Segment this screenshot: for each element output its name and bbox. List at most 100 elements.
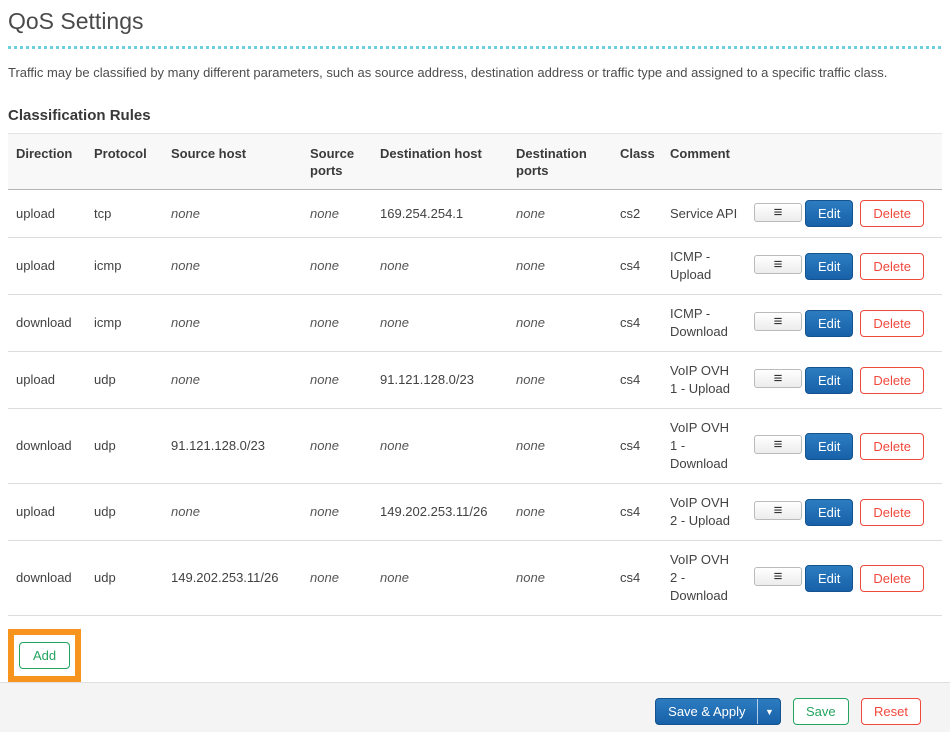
cell-destination-ports: none	[508, 541, 612, 616]
row-menu-button[interactable]: ≡	[754, 255, 802, 274]
save-apply-split-button: Save & Apply ▼	[655, 698, 781, 725]
delete-button[interactable]: Delete	[860, 253, 924, 280]
cell-source-ports: none	[302, 484, 372, 541]
reset-button[interactable]: Reset	[861, 698, 921, 725]
table-row: upload udp none none 91.121.128.0/23 non…	[8, 352, 942, 409]
cell-destination-host: 169.254.254.1	[372, 190, 508, 238]
cell-source-ports: none	[302, 541, 372, 616]
cell-direction: upload	[8, 238, 86, 295]
edit-button[interactable]: Edit	[805, 499, 853, 526]
col-header-source-host: Source host	[163, 134, 302, 190]
cell-class: cs4	[612, 352, 662, 409]
delete-button[interactable]: Delete	[860, 499, 924, 526]
cell-source-ports: none	[302, 190, 372, 238]
col-header-destination-host: Destination host	[372, 134, 508, 190]
delete-button[interactable]: Delete	[860, 565, 924, 592]
cell-protocol: udp	[86, 484, 163, 541]
edit-button[interactable]: Edit	[805, 200, 853, 227]
cell-comment: ICMP - Upload	[662, 238, 746, 295]
cell-source-ports: none	[302, 409, 372, 484]
delete-button[interactable]: Delete	[860, 310, 924, 337]
chevron-down-icon: ▼	[765, 707, 774, 717]
delete-button[interactable]: Delete	[860, 367, 924, 394]
section-title: Classification Rules	[8, 107, 942, 124]
row-menu-button[interactable]: ≡	[754, 312, 802, 331]
save-apply-button[interactable]: Save & Apply	[656, 699, 757, 724]
cell-destination-ports: none	[508, 190, 612, 238]
cell-source-host: none	[163, 484, 302, 541]
add-button[interactable]: Add	[19, 642, 70, 669]
edit-button[interactable]: Edit	[805, 565, 853, 592]
save-button[interactable]: Save	[793, 698, 849, 725]
cell-comment: VoIP OVH 1 - Download	[662, 409, 746, 484]
delete-button[interactable]: Delete	[860, 433, 924, 460]
edit-button[interactable]: Edit	[805, 253, 853, 280]
cell-destination-host: none	[372, 409, 508, 484]
cell-source-host: none	[163, 352, 302, 409]
cell-class: cs4	[612, 238, 662, 295]
cell-class: cs4	[612, 409, 662, 484]
cell-source-ports: none	[302, 238, 372, 295]
cell-comment: Service API	[662, 190, 746, 238]
cell-class: cs4	[612, 541, 662, 616]
page-description: Traffic may be classified by many differ…	[8, 64, 923, 82]
row-menu-button[interactable]: ≡	[754, 369, 802, 388]
cell-protocol: icmp	[86, 295, 163, 352]
footer-action-bar: Save & Apply ▼ Save Reset	[0, 682, 950, 732]
row-menu-button[interactable]: ≡	[754, 435, 802, 454]
row-menu-button[interactable]: ≡	[754, 203, 802, 222]
cell-destination-host: none	[372, 238, 508, 295]
page-title: QoS Settings	[8, 8, 942, 34]
cell-destination-ports: none	[508, 409, 612, 484]
row-menu-button[interactable]: ≡	[754, 501, 802, 520]
cell-direction: download	[8, 295, 86, 352]
delete-button[interactable]: Delete	[860, 200, 924, 227]
row-menu-button[interactable]: ≡	[754, 567, 802, 586]
cell-source-ports: none	[302, 352, 372, 409]
cell-source-host: none	[163, 190, 302, 238]
edit-button[interactable]: Edit	[805, 310, 853, 337]
table-row: upload tcp none none 169.254.254.1 none …	[8, 190, 942, 238]
cell-class: cs2	[612, 190, 662, 238]
dotted-divider	[8, 46, 942, 49]
col-header-direction: Direction	[8, 134, 86, 190]
classification-rules-table: Direction Protocol Source host Source po…	[8, 133, 942, 616]
save-apply-dropdown-button[interactable]: ▼	[757, 699, 780, 724]
edit-button[interactable]: Edit	[805, 367, 853, 394]
cell-source-host: none	[163, 238, 302, 295]
table-row: download icmp none none none none cs4 IC…	[8, 295, 942, 352]
table-header-row: Direction Protocol Source host Source po…	[8, 134, 942, 190]
cell-protocol: udp	[86, 352, 163, 409]
cell-comment: VoIP OVH 2 - Download	[662, 541, 746, 616]
table-row: upload udp none none 149.202.253.11/26 n…	[8, 484, 942, 541]
cell-protocol: tcp	[86, 190, 163, 238]
table-row: download udp 149.202.253.11/26 none none…	[8, 541, 942, 616]
cell-destination-ports: none	[508, 352, 612, 409]
cell-destination-ports: none	[508, 484, 612, 541]
cell-protocol: udp	[86, 541, 163, 616]
cell-comment: ICMP - Download	[662, 295, 746, 352]
cell-source-ports: none	[302, 295, 372, 352]
add-button-highlight: Add	[8, 629, 81, 682]
col-header-actions	[746, 134, 942, 190]
col-header-protocol: Protocol	[86, 134, 163, 190]
cell-destination-host: none	[372, 295, 508, 352]
cell-direction: download	[8, 409, 86, 484]
cell-destination-ports: none	[508, 238, 612, 295]
cell-protocol: icmp	[86, 238, 163, 295]
cell-destination-ports: none	[508, 295, 612, 352]
col-header-destination-ports: Destination ports	[508, 134, 612, 190]
table-row: upload icmp none none none none cs4 ICMP…	[8, 238, 942, 295]
cell-source-host: 149.202.253.11/26	[163, 541, 302, 616]
cell-destination-host: 91.121.128.0/23	[372, 352, 508, 409]
cell-protocol: udp	[86, 409, 163, 484]
cell-class: cs4	[612, 295, 662, 352]
cell-destination-host: none	[372, 541, 508, 616]
edit-button[interactable]: Edit	[805, 433, 853, 460]
col-header-comment: Comment	[662, 134, 746, 190]
cell-comment: VoIP OVH 2 - Upload	[662, 484, 746, 541]
col-header-source-ports: Source ports	[302, 134, 372, 190]
cell-direction: upload	[8, 484, 86, 541]
cell-direction: upload	[8, 190, 86, 238]
qos-settings-page: QoS Settings Traffic may be classified b…	[0, 8, 950, 682]
